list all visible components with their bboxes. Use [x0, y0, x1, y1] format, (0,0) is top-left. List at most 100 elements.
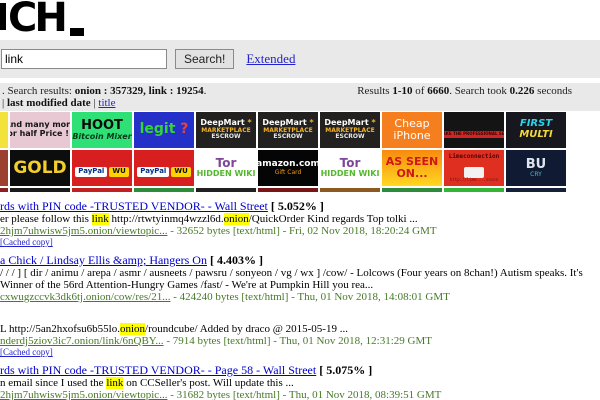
partial-ad[interactable] — [382, 188, 442, 192]
deepmart-ad[interactable]: DeepMart *MARKETPLACEESCROW — [196, 112, 256, 148]
stats-line: . Search results: onion : 357329, link :… — [0, 85, 600, 97]
partial-ad[interactable] — [444, 188, 504, 192]
highlighted-term: link — [92, 213, 109, 225]
result-url-link[interactable]: cxwugzccvk3dk6tj.onion/cow/res/21... — [0, 291, 170, 303]
banner-ads-section: yAnd many morefor half Price !!!HOOTBitc… — [0, 111, 600, 194]
partial-ad[interactable] — [258, 188, 318, 192]
partial-ad[interactable] — [134, 188, 194, 192]
partial-ads-strip — [0, 188, 600, 192]
partial-ad-bottom-left[interactable] — [0, 150, 8, 186]
paypal-wu-ad[interactable]: PayPalWU — [72, 150, 132, 186]
result-title-line: rds with PIN code -TRUSTED VENDOR- - Pag… — [0, 364, 600, 377]
dark-banner-ad-chip: WE MAKE THE PROFESSIONAL SERVICE — [444, 131, 504, 137]
result-snippet: L http://5an2hxofsu6b55lo.onion/roundcub… — [0, 323, 600, 335]
extended-link[interactable]: Extended — [246, 51, 295, 67]
first-multi-ad-text: MULTI — [519, 130, 552, 141]
search-result: rds with PIN code -TRUSTED VENDOR- - Pag… — [0, 364, 600, 400]
deepmart-ad-2-text: ESCROW — [273, 134, 302, 140]
paypal-wu-ad-2-chip: PayPal — [137, 167, 169, 177]
search-input[interactable] — [1, 49, 167, 69]
deepmart-ad-3[interactable]: DeepMart *MARKETPLACEESCROW — [320, 112, 380, 148]
gold-ad[interactable]: GOLD — [10, 150, 70, 186]
partial-ad[interactable] — [196, 188, 256, 192]
highlighted-term: link — [106, 377, 123, 389]
limeconnection-ad[interactable]: Limeconnection http://lime....onion — [444, 150, 504, 186]
result-title-link[interactable]: a Chick / Lindsay Ellis &amp; Hangers On — [0, 253, 207, 267]
result-title-link[interactable]: rds with PIN code -TRUSTED VENDOR- - Wal… — [0, 199, 268, 213]
first-multi-ad[interactable]: FIRSTMULTI — [506, 112, 566, 148]
cached-copy-line: [Cached copy] — [0, 237, 600, 247]
result-snippet: / / / ] [ dir / animu / arepa / asmr / a… — [0, 267, 600, 291]
tor-hidden-wiki-ad[interactable]: TorHIDDEN WIKI — [196, 150, 256, 186]
cached-copy-link[interactable]: [Cached copy] — [0, 347, 53, 357]
logo-tail — [70, 28, 84, 36]
hoot-bitcoin-mixer-ad[interactable]: HOOTBitcoin Mixer — [72, 112, 132, 148]
half-price-ad-text: for half Price !!! — [10, 130, 70, 139]
deepmart-ad-2[interactable]: DeepMart *MARKETPLACEESCROW — [258, 112, 318, 148]
partial-ad[interactable] — [506, 188, 566, 192]
cheap-iphone-ad[interactable]: CheapiPhone — [382, 112, 442, 148]
half-price-ad[interactable]: And many morefor half Price !!! — [10, 112, 70, 148]
result-meta: - 424240 bytes [text/html] - Thu, 01 Nov… — [170, 291, 449, 303]
paypal-wu-ad-chip: WU — [109, 167, 128, 177]
result-url-line: 2hjm7uhwisw5jm5.onion/viewtopic... - 326… — [0, 225, 600, 237]
cached-copy-line: [Cached copy] — [0, 347, 600, 357]
results-range: Results 1-10 of 6660. Search took 0.226 … — [357, 85, 572, 97]
result-meta: - 31682 bytes [text/html] - Thu, 01 Nov … — [167, 389, 441, 400]
result-meta: - 7914 bytes [text/html] - Thu, 01 Nov 2… — [164, 335, 432, 347]
cached-copy-link[interactable]: [Cached copy] — [0, 237, 53, 247]
result-url-line: nderdj5ziov3ic7.onion/link/6nQBY... - 79… — [0, 335, 600, 347]
sort-last-modified-date: last modified date — [7, 97, 91, 109]
as-seen-on-ad[interactable]: AS SEENON... — [382, 150, 442, 186]
partial-ad[interactable] — [72, 188, 132, 192]
logo-row: CH — [0, 0, 600, 40]
limeconnection-ad-text — [463, 160, 485, 178]
banner-ads-grid: yAnd many morefor half Price !!!HOOTBitc… — [0, 112, 568, 186]
partial-ad[interactable] — [320, 188, 380, 192]
results-list: rds with PIN code -TRUSTED VENDOR- - Wal… — [0, 194, 600, 400]
result-url-link[interactable]: 2hjm7uhwisw5jm5.onion/viewtopic... — [0, 389, 167, 400]
paypal-wu-ad-2[interactable]: PayPalWU — [134, 150, 194, 186]
partial-ad-top-left[interactable]: y — [0, 112, 8, 148]
legit-ad-text: legit ? — [140, 122, 189, 137]
dark-banner-ad[interactable]: WE MAKE THE PROFESSIONAL SERVICE — [444, 112, 504, 148]
result-url-link[interactable]: nderdj5ziov3ic7.onion/link/6nQBY... — [0, 335, 164, 347]
paypal-wu-ad-2-text: PayPalWU — [136, 159, 192, 177]
result-snippet: n email since I used the link on CCSelle… — [0, 377, 600, 389]
search-result: a Chick / Lindsay Ellis &amp; Hangers On… — [0, 254, 600, 303]
partial-ad[interactable] — [10, 188, 70, 192]
result-snippet: er please follow this link http://rtwtyi… — [0, 213, 600, 225]
result-url-link[interactable]: 2hjm7uhwisw5jm5.onion/viewtopic... — [0, 225, 167, 237]
hoot-bitcoin-mixer-ad-text: Bitcoin Mixer — [72, 133, 131, 142]
paypal-wu-ad-2-chip: WU — [171, 167, 190, 177]
sort-title-link[interactable]: title — [98, 97, 115, 109]
result-url-line: 2hjm7uhwisw5jm5.onion/viewtopic... - 316… — [0, 389, 600, 400]
stats-bar: . Search results: onion : 357329, link :… — [0, 83, 600, 111]
tor-hidden-wiki-ad-2[interactable]: TorHIDDEN WIKI — [320, 150, 380, 186]
torch-logo: CH — [8, 0, 65, 36]
result-url-line: cxwugzccvk3dk6tj.onion/cow/res/21... - 4… — [0, 291, 600, 303]
as-seen-on-ad-text: ON... — [396, 168, 427, 180]
result-score: [ 5.052% ] — [268, 199, 324, 213]
bu-crypto-ad[interactable]: BUCRY — [506, 150, 566, 186]
deepmart-ad-3-text: ESCROW — [335, 134, 364, 140]
hoot-bitcoin-mixer-ad-text: HOOT — [81, 119, 123, 133]
amazon-gift-card-ad[interactable]: amazon.comGift Card — [258, 150, 318, 186]
logo-cut-letter — [0, 3, 6, 30]
bu-crypto-ad-text: BU — [526, 158, 546, 172]
search-bar: Search! Extended — [0, 40, 600, 78]
result-title-line: a Chick / Lindsay Ellis &amp; Hangers On… — [0, 254, 600, 267]
search-result: rds with PIN code -TRUSTED VENDOR- - Wal… — [0, 200, 600, 247]
amazon-gift-card-ad-text: Gift Card — [275, 170, 302, 176]
search-button[interactable]: Search! — [175, 49, 234, 69]
result-title-link[interactable]: rds with PIN code -TRUSTED VENDOR- - Pag… — [0, 363, 316, 377]
partial-ad[interactable] — [0, 188, 8, 192]
gold-ad-text: GOLD — [13, 159, 66, 177]
result-score: [ 4.403% ] — [207, 253, 263, 267]
search-result: L http://5an2hxofsu6b55lo.onion/roundcub… — [0, 310, 600, 357]
dark-banner-ad-text: WE MAKE THE PROFESSIONAL SERVICE — [444, 121, 504, 138]
highlighted-term: onion — [120, 323, 145, 335]
legit-ad[interactable]: legit ? — [134, 112, 194, 148]
highlighted-term: onion — [224, 213, 249, 225]
limeconnection-ad-text: http://lime....onion — [450, 178, 498, 182]
